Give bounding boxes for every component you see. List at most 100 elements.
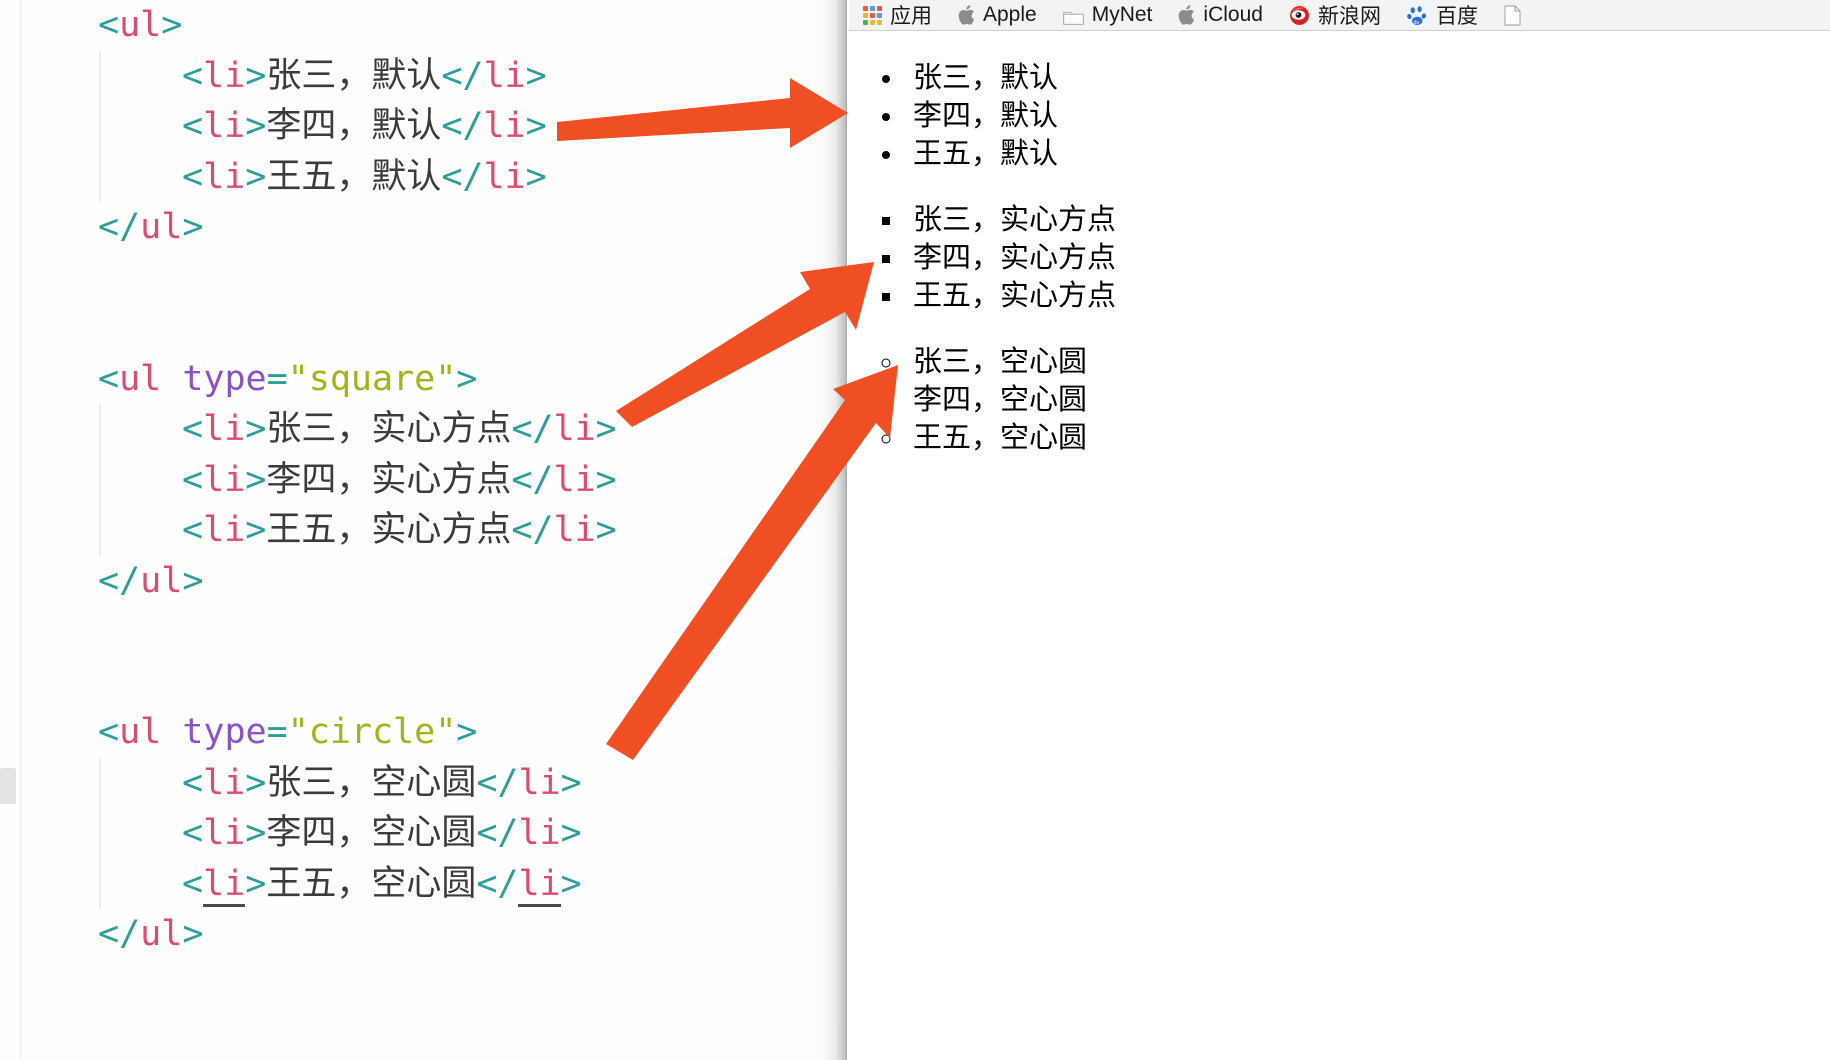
code-line[interactable]: </ul>	[0, 909, 846, 960]
bookmark-item-MyNet[interactable]: MyNet	[1063, 3, 1166, 27]
list-item: 张三，默认	[905, 59, 1830, 97]
code-token-tag: ul	[119, 5, 162, 45]
code-line[interactable]: <li>王五，默认</li>	[0, 151, 846, 202]
code-token-pnc: </	[511, 510, 554, 550]
code-token-pnc: </	[441, 55, 484, 96]
code-token-tag: li	[553, 409, 596, 449]
list-item: 王五，默认	[905, 135, 1830, 173]
list-item: 张三，空心圆	[905, 343, 1830, 381]
code-token-val: "circle"	[287, 712, 457, 752]
bookmark-label: iCloud	[1203, 3, 1263, 26]
list-item: 李四，空心圆	[905, 381, 1830, 419]
svg-text:du: du	[1413, 19, 1419, 25]
code-line[interactable]	[0, 253, 846, 304]
bookmarks-bar[interactable]: 应用 Apple MyNet iCloud 新浪网 du 百度	[849, 0, 1830, 30]
code-token-pnc: >	[245, 762, 267, 803]
code-token-txt: 李四，默认	[266, 106, 442, 146]
code-line[interactable]	[0, 657, 846, 708]
code-token-pnc: <	[182, 762, 204, 803]
code-line[interactable]: <ul type="square">	[0, 354, 846, 405]
code-token-pnc: </	[98, 914, 141, 954]
code-line[interactable]	[0, 606, 846, 657]
baidu-paw-icon: du	[1406, 4, 1428, 26]
code-token-pnc: >	[245, 813, 267, 853]
code-token-tag: li	[483, 156, 526, 197]
bookmark-item-Apple[interactable]: Apple	[958, 3, 1050, 27]
code-token-pnc: =	[266, 712, 288, 752]
code-token-tag: li	[203, 863, 246, 907]
bookmark-item-新浪网[interactable]: 新浪网	[1289, 0, 1394, 30]
indent-guide	[99, 757, 101, 808]
apps-grid-icon	[863, 5, 882, 25]
code-line[interactable]: <li>李四，空心圆</li>	[0, 808, 846, 859]
code-line[interactable]: <li>王五，空心圆</li>	[0, 858, 846, 909]
code-line[interactable]: </ul>	[0, 556, 846, 607]
code-line[interactable]: <li>张三，空心圆</li>	[0, 757, 846, 808]
rendered-list-disc: 张三，默认李四，默认王五，默认	[849, 59, 1830, 173]
code-token-pnc: >	[525, 55, 547, 96]
code-token-pnc: </	[511, 409, 554, 449]
code-token-tag: li	[518, 863, 561, 907]
bookmark-label: Apple	[983, 3, 1037, 26]
code-token-pnc: </	[98, 207, 141, 247]
bookmark-item-iCloud[interactable]: iCloud	[1178, 3, 1276, 27]
code-token-tag: li	[203, 510, 246, 550]
code-token-pnc: >	[245, 863, 267, 904]
code-line[interactable]: <li>王五，实心方点</li>	[0, 505, 846, 556]
code-line[interactable]: <ul type="circle">	[0, 707, 846, 758]
bookmark-item-page[interactable]	[1504, 5, 1534, 26]
code-line[interactable]: <li>李四，默认</li>	[0, 101, 846, 152]
code-token-txt: 张三，默认	[266, 55, 442, 96]
code-token-pnc: >	[245, 459, 267, 500]
code-token-txt: 李四，空心圆	[266, 813, 477, 853]
code-token-pnc: =	[266, 358, 288, 399]
code-token-tag: li	[203, 762, 246, 803]
code-line[interactable]	[0, 303, 846, 354]
code-line[interactable]: <ul>	[0, 0, 846, 51]
code-token-tag: li	[203, 813, 246, 853]
bookmark-item-应用[interactable]: 应用	[863, 0, 945, 30]
code-line[interactable]: </ul>	[0, 202, 846, 253]
code-line[interactable]: <li>李四，实心方点</li>	[0, 454, 846, 505]
code-token-pnc: >	[595, 409, 617, 449]
code-token-pnc: >	[161, 5, 183, 45]
code-token-pnc: >	[182, 560, 204, 601]
code-token-pnc: <	[182, 156, 204, 197]
pane-divider-shadow	[806, 0, 850, 1060]
code-token-txt: 李四，实心方点	[266, 459, 512, 500]
rendered-list-square: 张三，实心方点李四，实心方点王五，实心方点	[849, 201, 1830, 315]
code-token-pnc: >	[560, 863, 582, 904]
rendered-page-content: 张三，默认李四，默认王五，默认张三，实心方点李四，实心方点王五，实心方点张三，空…	[849, 31, 1830, 1060]
list-item: 李四，实心方点	[905, 239, 1830, 277]
code-token-pnc: </	[476, 762, 519, 803]
code-token-pnc: >	[245, 55, 267, 96]
code-token-txt: 王五，空心圆	[266, 863, 477, 904]
code-token-pnc: >	[525, 156, 547, 197]
code-token-pnc: >	[456, 712, 478, 752]
bookmark-label: MyNet	[1091, 3, 1153, 26]
page-icon	[1504, 5, 1521, 26]
code-token-pnc: <	[182, 459, 204, 500]
code-token-pnc: >	[525, 106, 547, 146]
rendered-lists-host: 张三，默认李四，默认王五，默认张三，实心方点李四，实心方点王五，实心方点张三，空…	[849, 59, 1830, 457]
bookmark-item-百度[interactable]: du 百度	[1406, 0, 1491, 30]
code-token-attr: type	[182, 358, 267, 399]
code-token-tag: li	[518, 762, 561, 803]
code-line[interactable]: <li>张三，默认</li>	[0, 50, 846, 101]
code-line[interactable]: <li>张三，实心方点</li>	[0, 404, 846, 455]
code-editor-pane[interactable]: <ul> <li>张三，默认</li> <li>李四，默认</li> <li>王五，默…	[0, 0, 846, 1060]
code-token-pnc: </	[511, 459, 554, 500]
code-token-tag: li	[203, 459, 246, 500]
code-token-pnc: <	[182, 409, 204, 449]
code-token-pnc: </	[476, 813, 519, 853]
code-token-tag: ul	[119, 358, 162, 399]
code-token-pnc: <	[98, 712, 120, 752]
code-content[interactable]: <ul> <li>张三，默认</li> <li>李四，默认</li> <li>王五，默…	[0, 0, 846, 1060]
code-token-pnc: <	[182, 813, 204, 853]
code-token-pnc: >	[245, 510, 267, 550]
code-token-tag: li	[553, 459, 596, 500]
